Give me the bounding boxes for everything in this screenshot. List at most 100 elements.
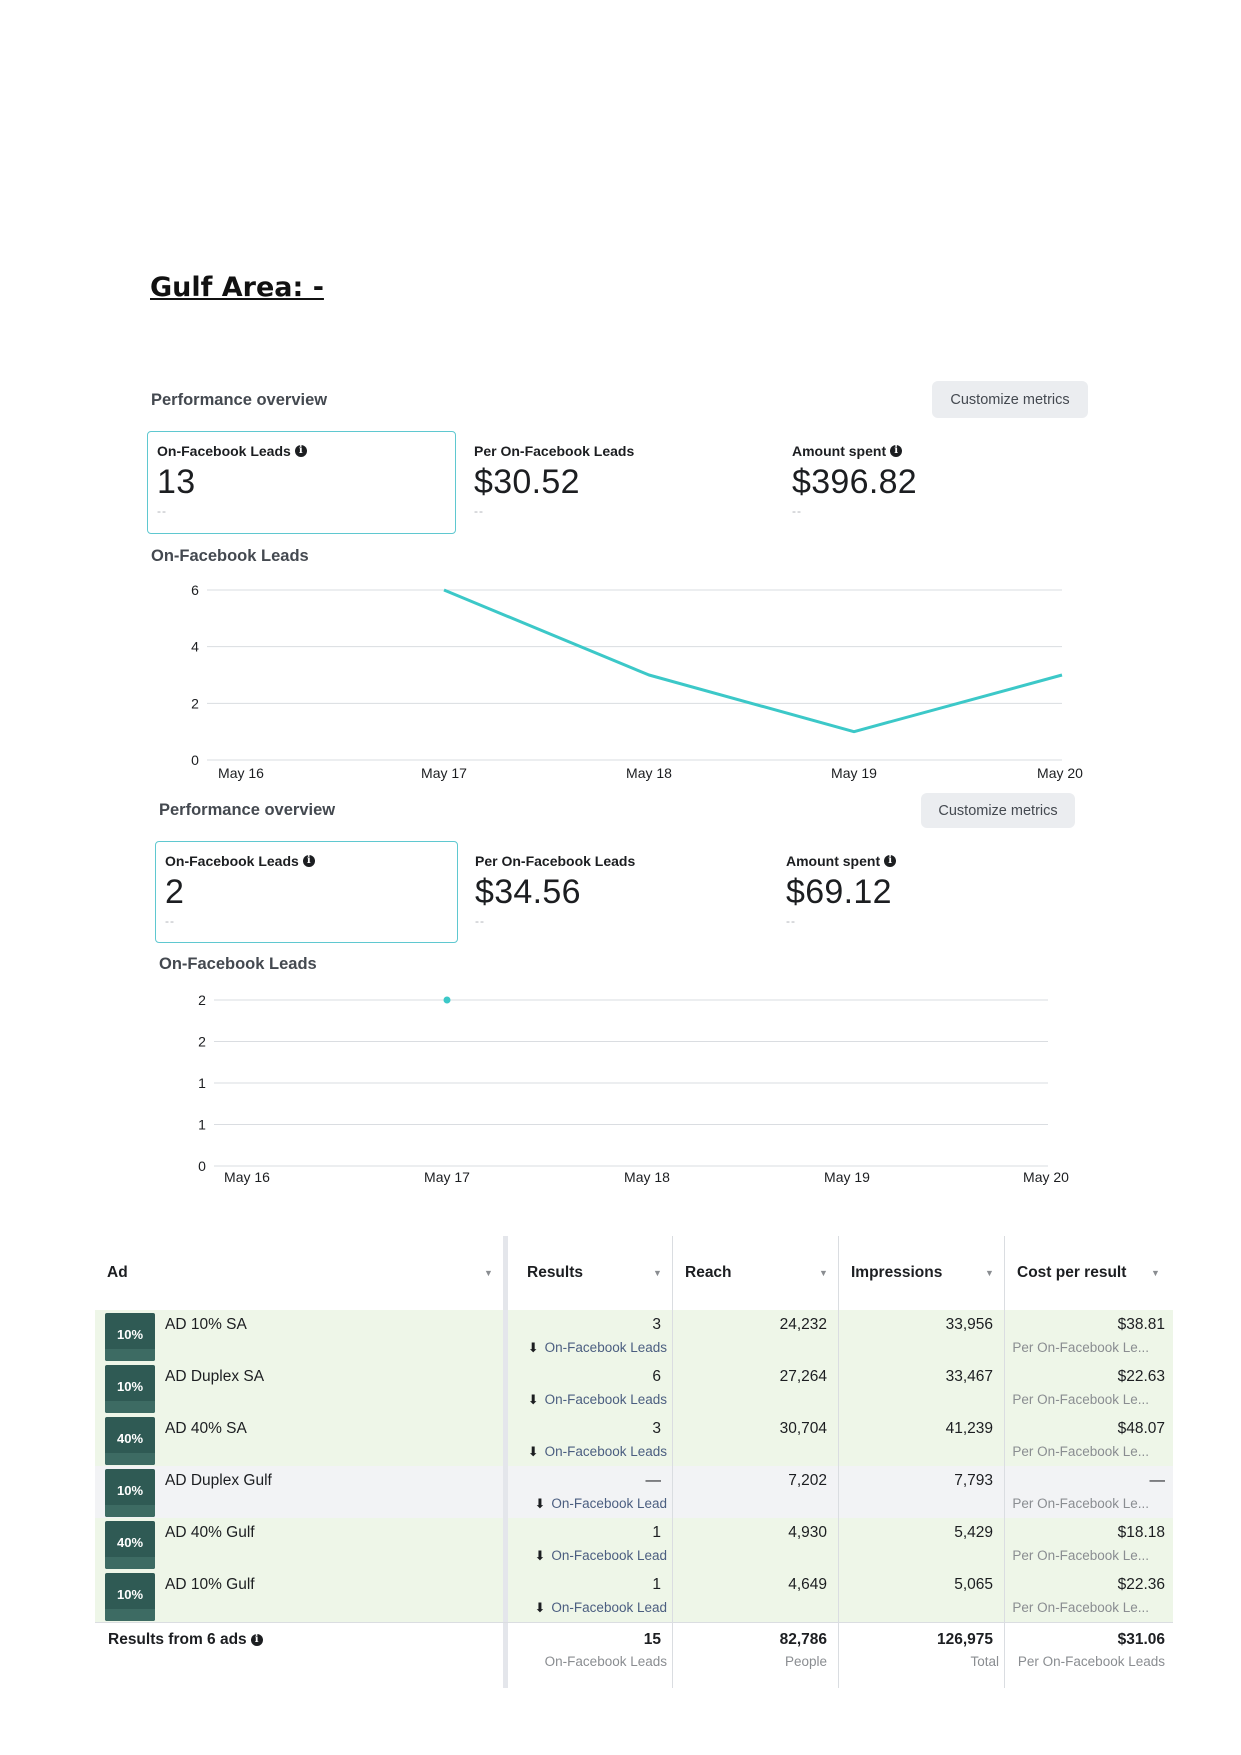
ad-thumbnail: 10% — [105, 1365, 155, 1413]
column-divider — [503, 1236, 508, 1688]
cost-sub: Per On-Facebook Le... — [1012, 1444, 1149, 1459]
table-row[interactable]: 40% AD 40% Gulf 1 ⬇ On-Facebook Lead 4,930 5,4… — [95, 1518, 1173, 1570]
info-icon[interactable]: i — [250, 1634, 263, 1646]
column-header-reach[interactable]: Reach — [685, 1236, 732, 1310]
column-divider — [1004, 1236, 1005, 1688]
ad-thumbnail: 10% — [105, 1313, 155, 1361]
ad-thumbnail: 10% — [105, 1469, 155, 1517]
sort-icon[interactable]: ▼ — [484, 1268, 493, 1278]
cost-sub: Per On-Facebook Le... — [1012, 1340, 1149, 1355]
column-header-cost-per-result[interactable]: Cost per result — [1017, 1236, 1126, 1310]
cost-sub: Per On-Facebook Le... — [1012, 1392, 1149, 1407]
table-row[interactable]: 10% AD 10% Gulf 1 ⬇ On-Facebook Lead 4,649 5,0… — [95, 1570, 1173, 1622]
ad-name[interactable]: AD 10% SA — [165, 1316, 247, 1334]
impressions-value: 33,956 — [945, 1316, 993, 1333]
thumbnail-footer — [105, 1609, 155, 1621]
table-row[interactable]: 10% AD Duplex Gulf — ⬇ On-Facebook Lead 7,202… — [95, 1466, 1173, 1518]
sort-icon[interactable]: ▼ — [819, 1268, 828, 1278]
results-value: 6 — [652, 1368, 661, 1385]
footer-reach: 82,786 — [779, 1631, 827, 1648]
results-sub[interactable]: ⬇ On-Facebook Leads — [528, 1340, 667, 1356]
cost-value: — — [1149, 1472, 1166, 1489]
results-sub-text: On-Facebook Lead — [551, 1496, 667, 1511]
results-sub[interactable]: ⬇ On-Facebook Lead — [535, 1548, 667, 1564]
column-header-ad[interactable]: Ad — [107, 1236, 128, 1310]
thumbnail-footer — [105, 1349, 155, 1361]
results-sub[interactable]: ⬇ On-Facebook Lead — [535, 1496, 667, 1512]
results-sub-text: On-Facebook Lead — [551, 1600, 667, 1615]
y-tick-label: 2 — [191, 695, 199, 711]
impressions-value: 5,065 — [954, 1576, 993, 1593]
table-footer: Results from 6 ads i 15 On-Facebook Leads… — [95, 1622, 1173, 1689]
reach-value: 4,649 — [788, 1576, 827, 1593]
x-tick-label: May 17 — [421, 765, 467, 781]
ad-name[interactable]: AD 40% SA — [165, 1420, 247, 1438]
footer-impressions-sub: Total — [970, 1654, 999, 1669]
y-tick-label: 0 — [198, 1158, 206, 1174]
ad-thumbnail: 40% — [105, 1521, 155, 1569]
sort-icon[interactable]: ▼ — [985, 1268, 994, 1278]
table-header: Ad ▼ Results ▼ Reach ▼ Impressions ▼ Cos… — [95, 1236, 1173, 1311]
x-tick-label: May 20 — [1023, 1169, 1069, 1185]
reach-value: 7,202 — [788, 1472, 827, 1489]
cost-value: $18.18 — [1117, 1524, 1165, 1541]
results-sub[interactable]: ⬇ On-Facebook Lead — [535, 1600, 667, 1616]
impressions-value: 5,429 — [954, 1524, 993, 1541]
footer-label: Results from 6 ads i — [108, 1631, 263, 1649]
footer-impressions: 126,975 — [936, 1631, 993, 1648]
cost-value: $22.63 — [1117, 1368, 1165, 1385]
cost-sub: Per On-Facebook Le... — [1012, 1548, 1149, 1563]
x-tick-label: May 19 — [824, 1169, 870, 1185]
y-tick-label: 2 — [198, 1034, 206, 1050]
column-header-results[interactable]: Results — [527, 1236, 583, 1310]
results-sub-text: On-Facebook Lead — [551, 1548, 667, 1563]
results-sub[interactable]: ⬇ On-Facebook Leads — [528, 1444, 667, 1460]
thumbnail-text: 10% — [116, 1587, 144, 1602]
table-row[interactable]: 40% AD 40% SA 3 ⬇ On-Facebook Leads 30,704 41,… — [95, 1414, 1173, 1466]
cost-value: $48.07 — [1117, 1420, 1165, 1437]
cost-value: $38.81 — [1117, 1316, 1165, 1333]
ad-name[interactable]: AD 10% Gulf — [165, 1576, 255, 1594]
column-header-impressions[interactable]: Impressions — [851, 1236, 942, 1310]
results-sub-text: On-Facebook Leads — [544, 1444, 667, 1459]
download-icon: ⬇ — [534, 1600, 546, 1615]
series-line — [443, 588, 1063, 734]
impressions-value: 33,467 — [945, 1368, 993, 1385]
ad-thumbnail: 40% — [105, 1417, 155, 1465]
ad-thumbnail: 10% — [105, 1573, 155, 1621]
cost-sub: Per On-Facebook Le... — [1012, 1496, 1149, 1511]
ad-name[interactable]: AD Duplex Gulf — [165, 1472, 272, 1490]
reach-value: 4,930 — [788, 1524, 827, 1541]
sort-icon[interactable]: ▼ — [1151, 1268, 1160, 1278]
reach-value: 27,264 — [779, 1368, 827, 1385]
footer-cost-sub: Per On-Facebook Leads — [1017, 1654, 1165, 1669]
table-row[interactable]: 10% AD 10% SA 3 ⬇ On-Facebook Leads 24,232 33,… — [95, 1310, 1173, 1362]
footer-cost: $31.06 — [1117, 1631, 1165, 1648]
download-icon: ⬇ — [534, 1496, 546, 1511]
results-value: — — [645, 1472, 662, 1489]
thumbnail-text: 40% — [116, 1535, 144, 1550]
ad-name[interactable]: AD 40% Gulf — [165, 1524, 255, 1542]
table-row[interactable]: 10% AD Duplex SA 6 ⬇ On-Facebook Leads 27,264… — [95, 1362, 1173, 1414]
footer-reach-sub: People — [784, 1654, 827, 1669]
download-icon: ⬇ — [534, 1548, 546, 1563]
results-value: 3 — [652, 1420, 661, 1437]
results-value: 3 — [652, 1316, 661, 1333]
x-tick-label: May 16 — [218, 765, 264, 781]
thumbnail-footer — [105, 1557, 155, 1569]
results-sub[interactable]: ⬇ On-Facebook Leads — [528, 1392, 667, 1408]
footer-results: 15 — [643, 1631, 661, 1648]
ad-name[interactable]: AD Duplex SA — [165, 1368, 264, 1386]
sort-icon[interactable]: ▼ — [653, 1268, 662, 1278]
column-divider — [838, 1236, 839, 1688]
x-tick-label: May 16 — [224, 1169, 270, 1185]
cost-sub: Per On-Facebook Le... — [1012, 1600, 1149, 1615]
footer-label-text: Results from 6 ads — [108, 1631, 247, 1648]
x-tick-label: May 17 — [424, 1169, 470, 1185]
thumbnail-text: 40% — [116, 1431, 144, 1446]
results-sub-text: On-Facebook Leads — [544, 1340, 667, 1355]
y-tick-label: 0 — [191, 752, 199, 768]
download-icon: ⬇ — [527, 1392, 539, 1407]
thumbnail-text: 10% — [116, 1483, 144, 1498]
data-point — [443, 996, 451, 1004]
